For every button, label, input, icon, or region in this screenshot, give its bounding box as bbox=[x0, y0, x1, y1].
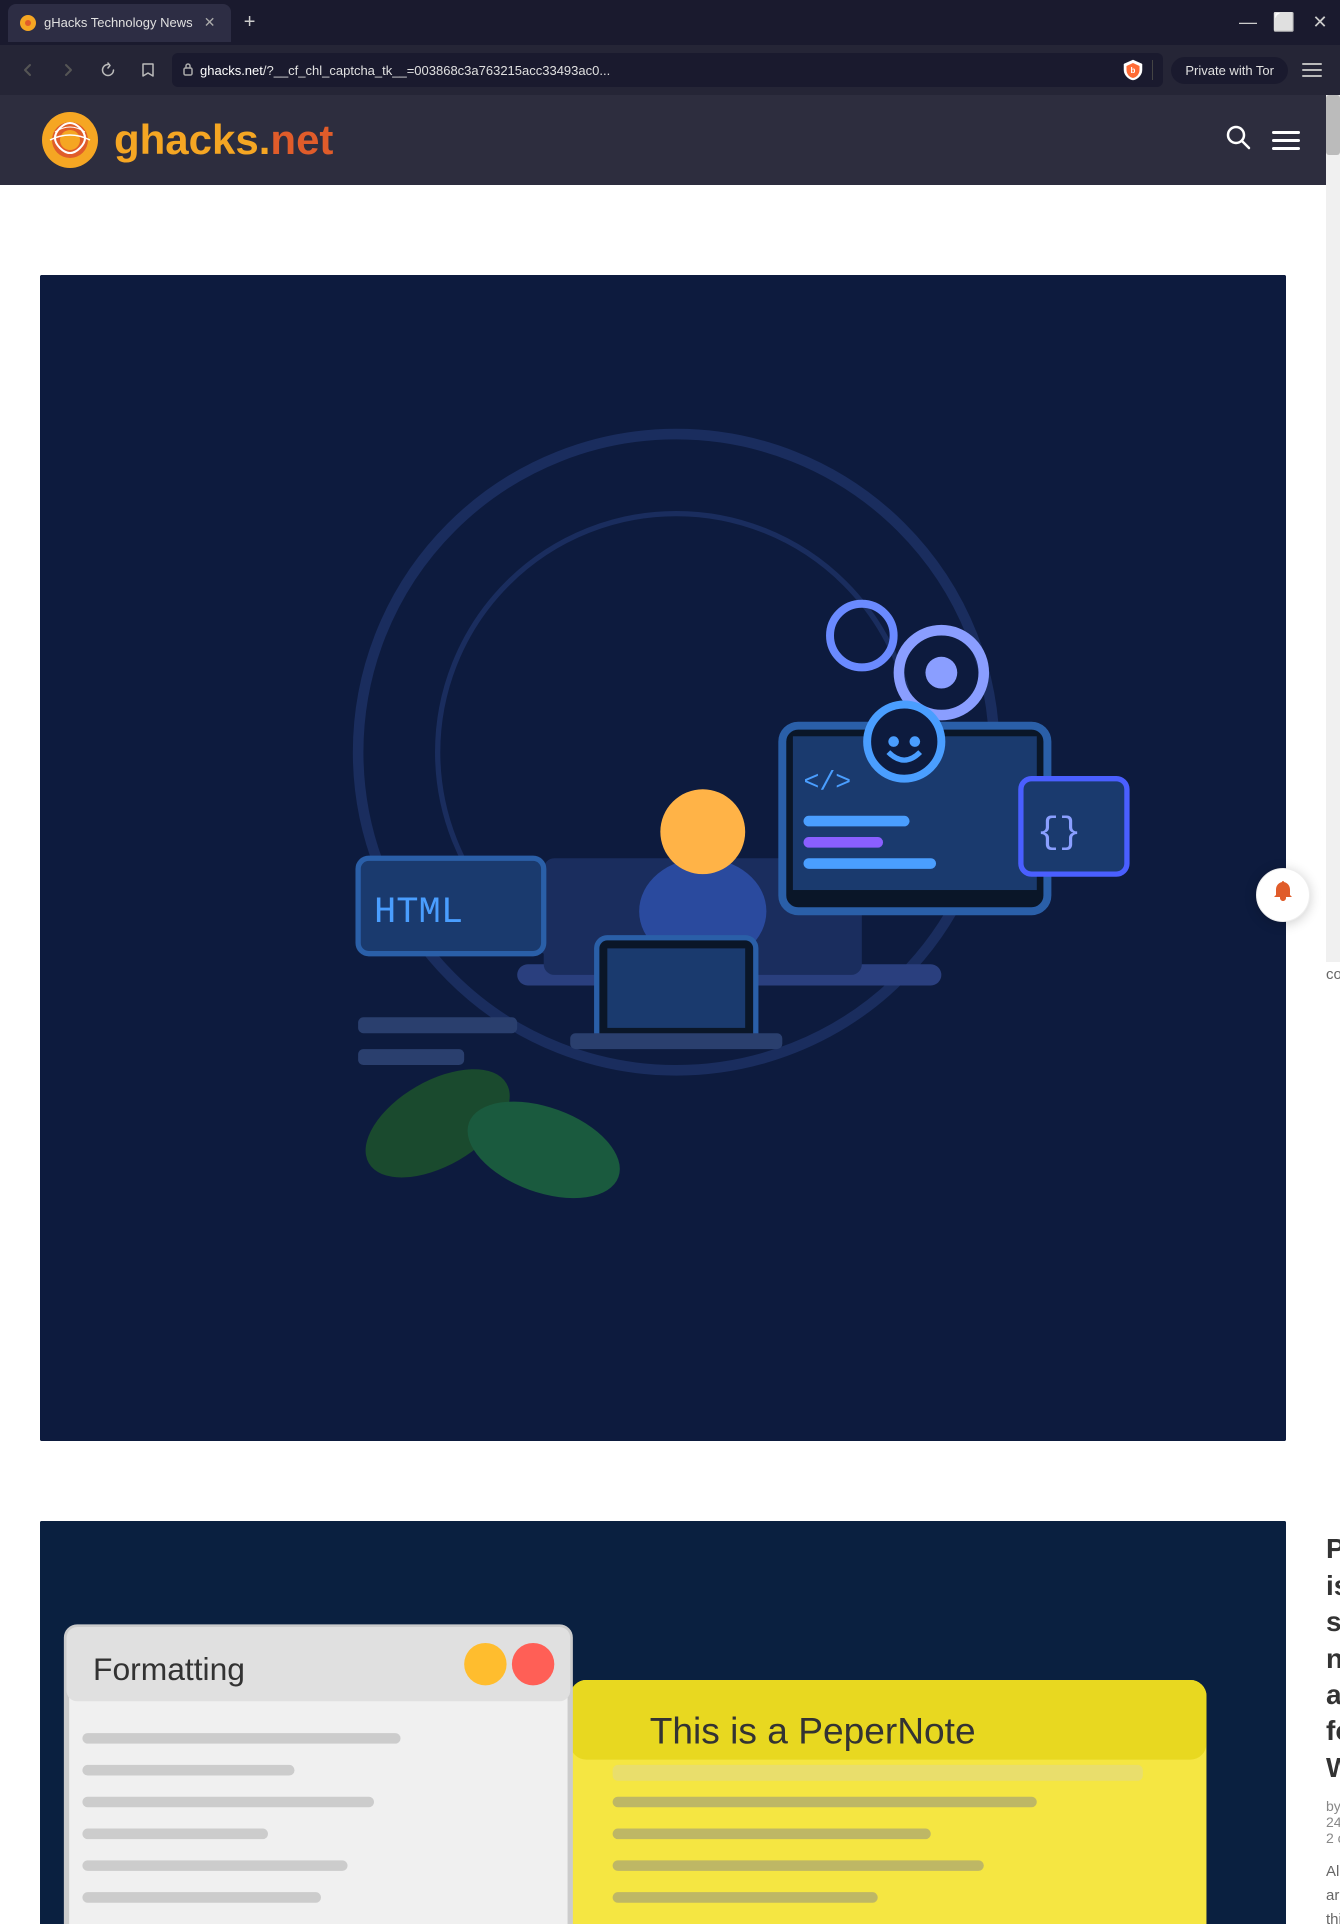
top-spacer bbox=[40, 225, 1286, 255]
svg-text:{}: {} bbox=[1037, 812, 1082, 854]
new-tab-button[interactable]: + bbox=[235, 8, 265, 38]
back-button[interactable] bbox=[12, 54, 44, 86]
tab-title: gHacks Technology News bbox=[44, 15, 193, 30]
maximize-button[interactable]: ⬜ bbox=[1272, 11, 1296, 35]
article-thumbnail-pepernote: This is a PeperNote Formatting bbox=[40, 1521, 1286, 1924]
menu-line-1 bbox=[1272, 131, 1300, 134]
svg-text:This is a PeperNote: This is a PeperNote bbox=[650, 1710, 976, 1752]
article-meta-pepernote: by Ashwin on February 24, 2021 in Softwa… bbox=[1326, 1798, 1340, 1846]
tab-close-button[interactable]: ✕ bbox=[201, 14, 219, 32]
article-card: </> HTML bbox=[40, 255, 1286, 1441]
svg-text:Formatting: Formatting bbox=[93, 1652, 245, 1688]
article-content-pepernote: PeperNote is a simple sticky notes appli… bbox=[1326, 1521, 1340, 1924]
window-controls: — ⬜ ✕ bbox=[1236, 11, 1332, 35]
bell-icon bbox=[1270, 879, 1296, 912]
bookmark-button[interactable] bbox=[132, 54, 164, 86]
notification-bell[interactable] bbox=[1256, 868, 1310, 922]
address-domain: ghacks.net bbox=[200, 63, 263, 78]
article-card-pepernote: This is a PeperNote Formatting bbox=[40, 1501, 1286, 1924]
site-name-hacks: hacks bbox=[140, 116, 259, 163]
svg-text:</>: </> bbox=[804, 767, 852, 797]
site-header: ghacks.net bbox=[0, 95, 1340, 185]
article-title-pepernote[interactable]: PeperNote is a simple sticky notes appli… bbox=[1326, 1531, 1340, 1786]
address-text: ghacks.net/?__cf_chl_captcha_tk__=003868… bbox=[200, 63, 1114, 78]
scrollbar-track[interactable] bbox=[1326, 95, 1340, 962]
site-name-g: g bbox=[114, 116, 140, 163]
tab-bar: gHacks Technology News ✕ + — ⬜ ✕ bbox=[0, 0, 1340, 45]
site-search-button[interactable] bbox=[1224, 123, 1252, 158]
svg-text:HTML: HTML bbox=[374, 892, 463, 934]
menu-line-3 bbox=[1272, 147, 1300, 150]
nav-bar: ghacks.net/?__cf_chl_captcha_tk__=003868… bbox=[0, 45, 1340, 95]
site-logo[interactable]: ghacks.net bbox=[40, 110, 333, 170]
address-bar[interactable]: ghacks.net/?__cf_chl_captcha_tk__=003868… bbox=[172, 53, 1163, 87]
lock-icon bbox=[182, 62, 194, 79]
active-tab[interactable]: gHacks Technology News ✕ bbox=[8, 4, 231, 42]
address-path: /?__cf_chl_captcha_tk__=003868c3a763215a… bbox=[263, 63, 610, 78]
main-content: </> HTML bbox=[0, 185, 1326, 1924]
header-actions bbox=[1224, 123, 1300, 158]
site-name: ghacks.net bbox=[114, 116, 333, 164]
divider bbox=[1152, 60, 1153, 80]
close-window-button[interactable]: ✕ bbox=[1308, 11, 1332, 35]
article-excerpt-pepernote: Alerts and reminders are useful for gett… bbox=[1326, 1860, 1340, 1924]
forward-button[interactable] bbox=[52, 54, 84, 86]
site-name-net: net bbox=[270, 116, 333, 163]
logo-icon bbox=[40, 110, 100, 170]
site-menu-button[interactable] bbox=[1272, 131, 1300, 150]
tab-favicon bbox=[20, 15, 36, 31]
minimize-button[interactable]: — bbox=[1236, 11, 1260, 35]
svg-text:b: b bbox=[1131, 66, 1136, 75]
browser-chrome: gHacks Technology News ✕ + — ⬜ ✕ bbox=[0, 0, 1340, 95]
brave-shield-icon[interactable]: b bbox=[1120, 57, 1146, 83]
article-thumbnail-azure: </> HTML bbox=[40, 275, 1286, 1441]
menu-line-2 bbox=[1272, 139, 1300, 142]
scrollbar-thumb[interactable] bbox=[1326, 95, 1340, 155]
reload-button[interactable] bbox=[92, 54, 124, 86]
browser-menu-button[interactable] bbox=[1296, 54, 1328, 86]
website-container: ghacks.net bbox=[0, 95, 1340, 1924]
private-tor-button[interactable]: Private with Tor bbox=[1171, 57, 1288, 84]
site-name-dot: . bbox=[259, 116, 271, 163]
